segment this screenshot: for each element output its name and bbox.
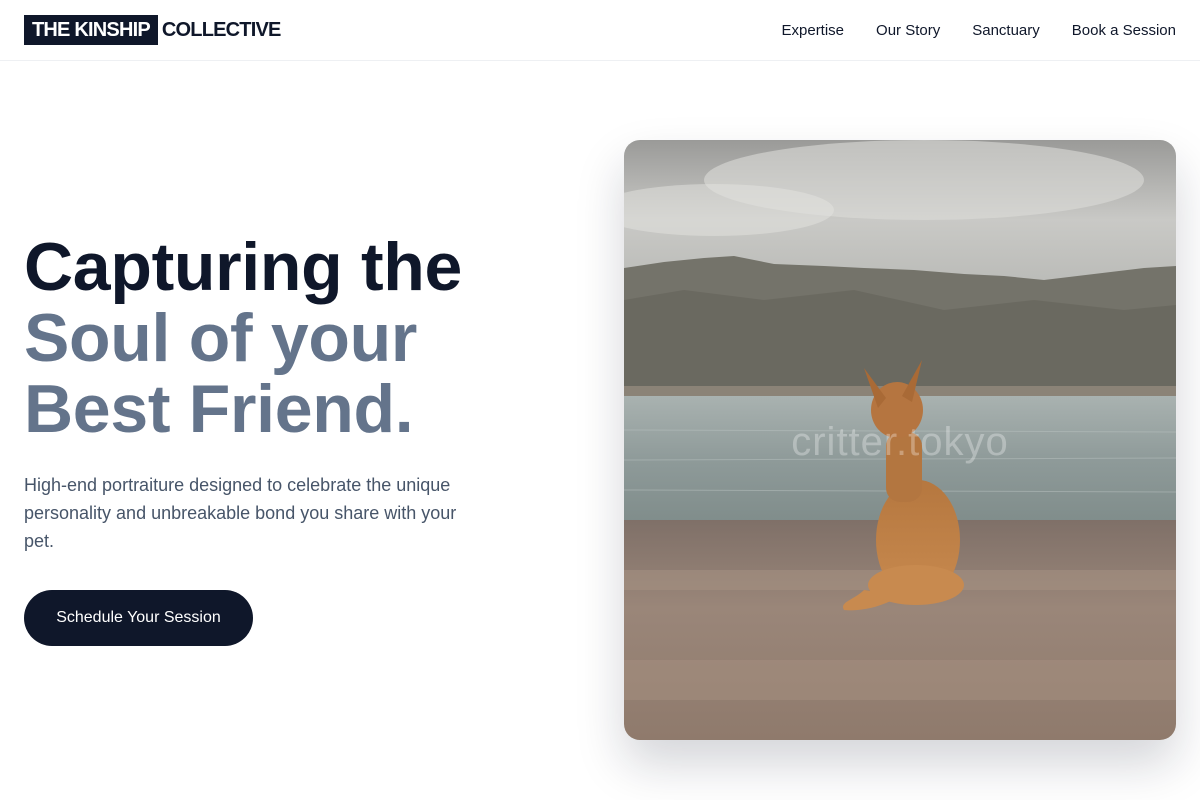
- headline-line-2: Soul of your: [24, 300, 418, 376]
- nav-link-expertise[interactable]: Expertise: [782, 22, 845, 39]
- hero-section: Capturing the Soul of your Best Friend. …: [24, 232, 544, 646]
- image-watermark: critter.tokyo: [791, 420, 1009, 464]
- nav-link-book-session[interactable]: Book a Session: [1072, 22, 1176, 39]
- hero-headline: Capturing the Soul of your Best Friend.: [24, 232, 544, 445]
- hero-photo: critter.tokyo: [624, 140, 1176, 740]
- nav-link-our-story[interactable]: Our Story: [876, 22, 940, 39]
- hero-subtitle: High-end portraiture designed to celebra…: [24, 475, 457, 551]
- nav-link-sanctuary[interactable]: Sanctuary: [972, 22, 1040, 39]
- headline-line-1: Capturing the: [24, 229, 463, 305]
- brand-logo-text: COLLECTIVE: [161, 18, 281, 41]
- top-navbar: THE KINSHIP COLLECTIVE Expertise Our Sto…: [0, 0, 1200, 61]
- brand-logo-boxed: THE KINSHIP: [24, 15, 158, 45]
- schedule-session-button[interactable]: Schedule Your Session: [24, 590, 253, 646]
- nav-links: Expertise Our Story Sanctuary Book a Ses…: [750, 22, 1177, 39]
- brand-logo[interactable]: THE KINSHIP COLLECTIVE: [24, 15, 281, 45]
- headline-line-3: Best Friend.: [24, 371, 414, 447]
